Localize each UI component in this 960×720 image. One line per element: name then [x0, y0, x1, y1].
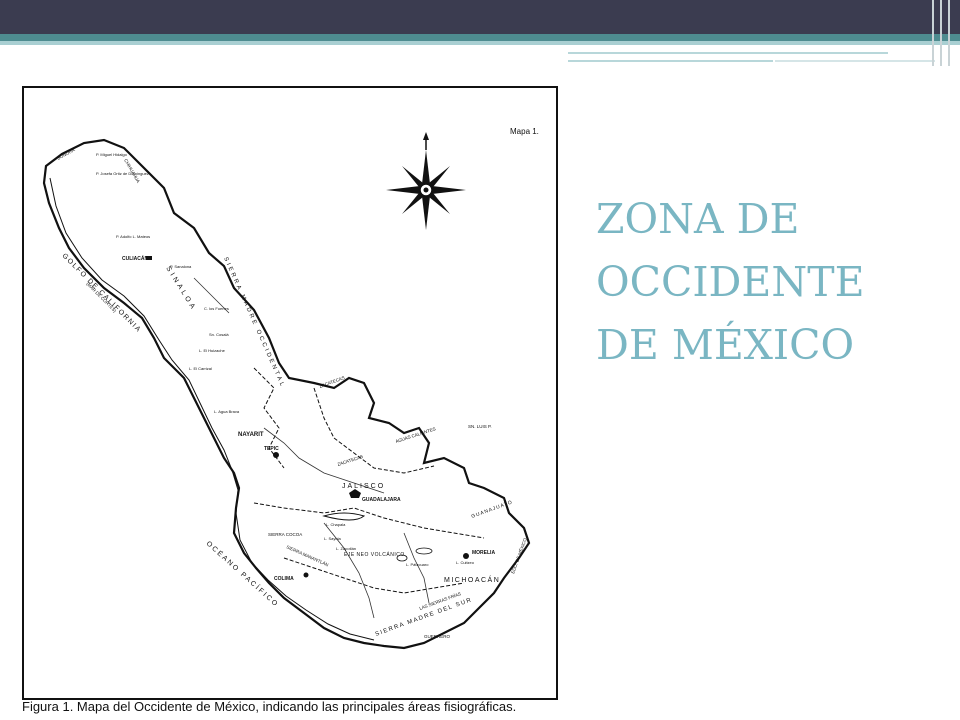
title-bar-decoration — [0, 0, 960, 34]
label-sierra-madre-sur: SIERRA MADRE DEL SUR — [375, 597, 474, 638]
coast-line — [49, 177, 375, 641]
label-edo-mexico: EDO. DE MÉXICO — [509, 537, 528, 575]
label-sn-luis: SN. LUIS P. — [468, 424, 492, 429]
label-el-carrizal: L. El Carrizal — [189, 366, 212, 371]
compass-rose-icon — [386, 132, 466, 230]
slide-title: ZONA DE OCCIDENTE DE MÉXICO — [596, 188, 946, 377]
accent-band — [0, 34, 960, 41]
title-line: ZONA DE — [596, 195, 800, 243]
decor-vline — [940, 0, 942, 66]
label-miguel-hidalgo: P. Miguel Hidalgo — [96, 152, 128, 157]
label-adolfo: P. Adolfo L. Mateos — [116, 234, 150, 239]
title-line: OCCIDENTE — [596, 258, 865, 306]
west-mexico-map: Mapa 1. SONORA CHIHUAHUA P. Miguel Hidal… — [42, 127, 539, 650]
label-cosala: Sn. Cosalá — [209, 332, 229, 337]
label-guerrero: GUERRERO — [424, 634, 451, 639]
label-sierra-manantlan: SIERRA MANANTLÁN — [286, 543, 330, 567]
label-eje-neovolcanico: EJE NEO VOLCÁNICO — [344, 551, 405, 558]
decor-vline — [932, 0, 934, 66]
label-sinaloa: SINALOA — [164, 265, 197, 312]
lake — [415, 547, 433, 555]
label-zacatecas-south: ZACATECAS — [337, 454, 364, 467]
label-nayarit: NAYARIT — [238, 432, 264, 438]
city-marker-tepic — [273, 452, 279, 458]
label-tepic: TEPIC — [264, 446, 279, 452]
label-los-fuertes: C. los Fuertes — [204, 306, 229, 311]
title-line: DE MÉXICO — [596, 321, 855, 369]
map-caption: Figura 1. Mapa del Occidente de México, … — [22, 699, 517, 714]
label-patzcuaro: L. Pátzcuaro — [406, 562, 429, 567]
label-culiacan: CULIACÁN — [122, 255, 148, 262]
label-sayula: L. Sayula — [324, 536, 341, 541]
city-marker-colima — [303, 572, 309, 578]
label-sierra-madre-occ: SIERRA MADRE OCCIDENTAL — [222, 256, 286, 389]
city-marker-guadalajara — [349, 489, 361, 498]
label-sierra-cocoa: SIERRA COCOA — [268, 532, 302, 537]
label-guadalajara: GUADALAJARA — [362, 497, 401, 503]
label-colima: COLIMA — [274, 576, 294, 582]
decor-line — [775, 60, 935, 62]
label-jalisco: JALISCO — [342, 483, 385, 490]
label-cuitzeo: L. Cuitzeo — [456, 560, 475, 565]
label-morelia: MORELIA — [472, 550, 495, 556]
label-zapotlan: L. Zapotlán — [336, 546, 356, 551]
label-josefa: P. Josefa Ortiz de Domínguez — [96, 171, 149, 176]
label-agua-brava: L. Agua Brava — [214, 409, 240, 414]
label-el-huizache: L. El Huizache — [199, 348, 226, 353]
decor-line — [568, 52, 888, 54]
label-chapala: L. Chapala — [326, 522, 346, 527]
accent-band-light — [0, 41, 960, 45]
lake-chapala — [322, 512, 366, 521]
decor-line — [568, 60, 773, 62]
decor-vline — [948, 0, 950, 66]
state-boundary — [283, 557, 465, 594]
map-number: Mapa 1. — [510, 127, 539, 136]
region-outline — [42, 138, 531, 650]
city-marker-morelia — [463, 553, 469, 559]
label-michoacan: MICHOACÁN — [444, 575, 500, 584]
label-sanalona: P. Sanalona — [170, 264, 192, 269]
label-sonora: SONORA — [56, 147, 76, 161]
map-image: Mapa 1. SONORA CHIHUAHUA P. Miguel Hidal… — [22, 86, 558, 700]
